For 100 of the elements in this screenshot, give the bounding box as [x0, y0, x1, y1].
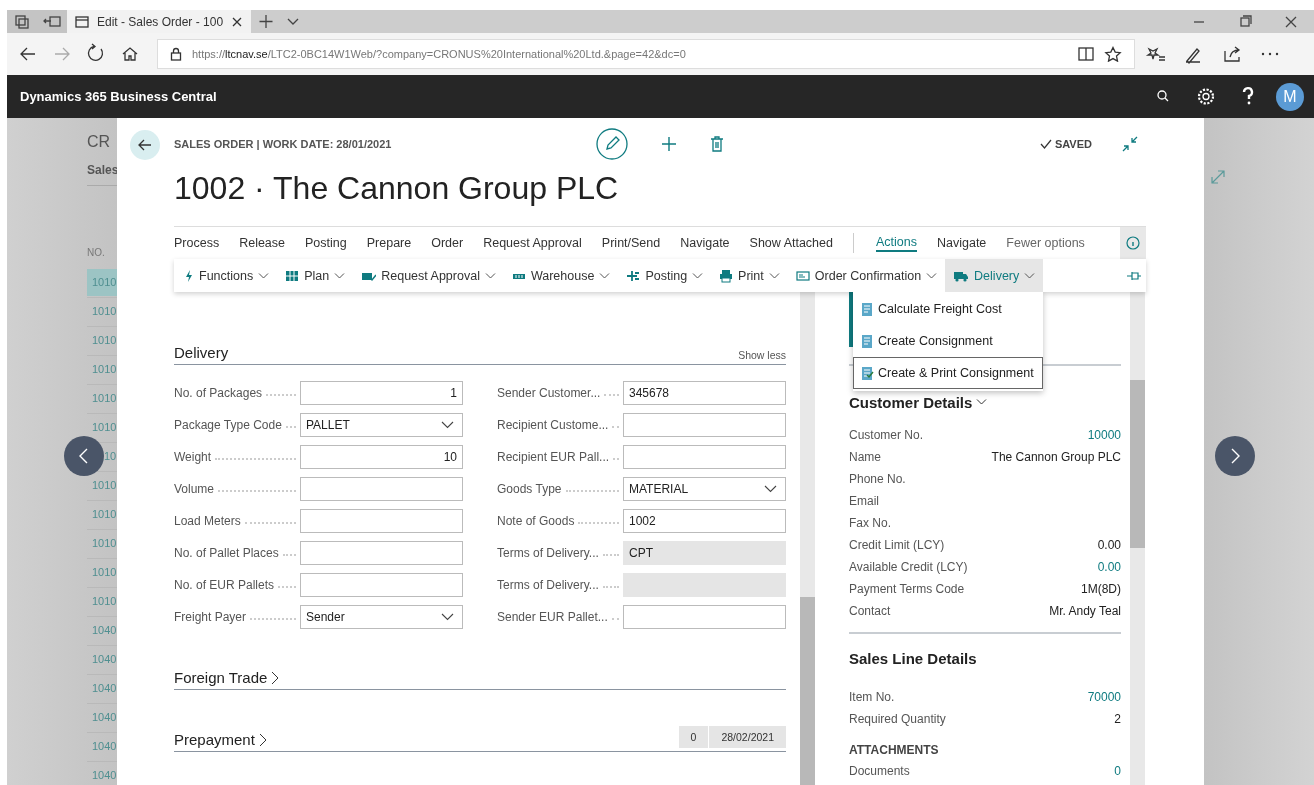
- command-button[interactable]: Order Confirmation: [787, 259, 946, 292]
- section-title: Sales Line Details: [849, 632, 1121, 668]
- dropdown-field[interactable]: Sender: [300, 605, 463, 629]
- value-link[interactable]: 10000: [1087, 428, 1121, 442]
- summary-value: 28/02/2021: [709, 726, 786, 748]
- action-tab[interactable]: Order: [431, 236, 464, 250]
- tab-title: Edit - Sales Order - 100: [97, 14, 224, 29]
- input-field[interactable]: [623, 605, 786, 629]
- action-tab[interactable]: Actions: [876, 234, 917, 252]
- add-icon[interactable]: [660, 135, 678, 153]
- pin-icon[interactable]: [1126, 269, 1142, 282]
- previous-icon[interactable]: [64, 436, 104, 476]
- field-value: 2: [1114, 712, 1121, 726]
- chevron-down-icon: [334, 271, 346, 280]
- chevron-down-icon: [258, 271, 270, 280]
- url-text: https://ltcnav.se/LTC2-0BC14W1Web/?company=CRONUS%20International%20Ltd.&page=42&dc=0: [192, 48, 686, 60]
- action-tab[interactable]: Process: [174, 236, 220, 250]
- input-field[interactable]: 10: [300, 445, 463, 469]
- action-tab[interactable]: Release: [239, 236, 286, 250]
- input-field[interactable]: [300, 477, 463, 501]
- action-tab[interactable]: Request Approval: [483, 236, 582, 250]
- summary-value: 0: [678, 726, 709, 748]
- field-label: Volume: [174, 482, 215, 496]
- action-tab[interactable]: Prepare: [366, 236, 412, 250]
- input-field[interactable]: 1002: [623, 509, 786, 533]
- saved-status: SAVED: [1039, 138, 1092, 150]
- field-label: Customer No.: [849, 428, 924, 442]
- menu-item[interactable]: Create & Print Consignment: [853, 357, 1043, 389]
- input-field[interactable]: [300, 509, 463, 533]
- field-label: Package Type Code: [174, 418, 282, 432]
- tabs-aside-icon[interactable]: [37, 10, 67, 33]
- input-field[interactable]: [300, 573, 463, 597]
- grid-icon: [285, 268, 300, 283]
- section-title[interactable]: Foreign Trade: [174, 669, 280, 686]
- command-button[interactable]: Plan: [277, 259, 354, 292]
- field-label: Available Credit (LCY): [849, 560, 968, 574]
- chevron-down-icon: [764, 485, 777, 493]
- fewer-options-link[interactable]: Fewer options: [1006, 236, 1085, 250]
- readonly-field: CPT: [623, 541, 786, 565]
- input-field[interactable]: 1: [300, 381, 463, 405]
- expand-icon[interactable]: [1211, 170, 1225, 184]
- field-label: No. of EUR Pallets: [174, 578, 275, 592]
- value-link[interactable]: 0: [1114, 764, 1121, 778]
- column-header: NO.: [87, 247, 106, 260]
- action-tab[interactable]: Navigate: [937, 236, 987, 250]
- action-tab[interactable]: Navigate: [680, 236, 730, 250]
- command-button[interactable]: Delivery: [945, 259, 1044, 292]
- chevron-down-icon: [926, 271, 938, 280]
- info-icon[interactable]: [1120, 227, 1146, 259]
- browser-tab[interactable]: Edit - Sales Order - 100: [67, 10, 252, 33]
- chevron-down-icon: [768, 271, 780, 280]
- back-icon[interactable]: [130, 130, 160, 160]
- field-label: Goods Type: [497, 482, 562, 496]
- tab-actions-icon[interactable]: [7, 10, 37, 33]
- dropdown-field[interactable]: MATERIAL: [623, 477, 786, 501]
- check-icon: [1039, 139, 1052, 149]
- dropdown-field[interactable]: PALLET: [300, 413, 463, 437]
- star-icon[interactable]: [1104, 46, 1122, 62]
- input-field[interactable]: [623, 445, 786, 469]
- field-label: Freight Payer: [174, 610, 247, 624]
- close-icon[interactable]: [231, 15, 244, 28]
- input-field[interactable]: 345678: [623, 381, 786, 405]
- menu-item[interactable]: Create Consignment: [853, 325, 1043, 357]
- input-field[interactable]: [623, 413, 786, 437]
- value-link[interactable]: 0.00: [1097, 560, 1121, 574]
- chevron-down-icon: [599, 271, 611, 280]
- input-field[interactable]: [300, 541, 463, 565]
- chevron-down-icon: [441, 421, 454, 429]
- value-link[interactable]: 70000: [1087, 690, 1121, 704]
- field-value: The Cannon Group PLC: [991, 450, 1121, 464]
- bolt-icon: [184, 268, 194, 283]
- chevron-down-icon: [692, 271, 704, 280]
- delete-icon[interactable]: [710, 136, 724, 152]
- reading-view-icon[interactable]: [1078, 47, 1094, 61]
- action-tab[interactable]: Print/Send: [601, 236, 661, 250]
- command-button[interactable]: Print: [711, 259, 788, 292]
- action-tab[interactable]: Posting: [305, 236, 347, 250]
- command-button[interactable]: Posting: [618, 259, 712, 292]
- address-field[interactable]: https://ltcnav.se/LTC2-0BC14W1Web/?company=CRONUS%20International%20Ltd.&page=42&dc=0: [157, 39, 1135, 69]
- scrollbar[interactable]: [800, 292, 815, 785]
- command-button[interactable]: Request Approval: [353, 259, 504, 292]
- edit-icon[interactable]: [596, 128, 628, 160]
- field-label: Name: [849, 450, 881, 464]
- scrollbar[interactable]: [1130, 292, 1145, 785]
- field-label: Sender EUR Pallet...: [497, 610, 608, 624]
- page-title: CR: [87, 133, 112, 152]
- field-label: Required Quantity: [849, 712, 946, 726]
- field-label: Sender Customer...: [497, 386, 601, 400]
- next-icon[interactable]: [1215, 436, 1255, 476]
- command-button[interactable]: Functions: [176, 259, 278, 292]
- field-label: Recipient EUR Pall...: [497, 450, 610, 464]
- action-tab[interactable]: Show Attached: [749, 236, 833, 250]
- group-heading: ATTACHMENTS: [849, 742, 940, 759]
- field-label: Credit Limit (LCY): [849, 538, 945, 552]
- collapse-icon[interactable]: [1122, 136, 1138, 152]
- show-less-link[interactable]: Show less: [738, 349, 786, 361]
- field-value: Mr. Andy Teal: [1049, 604, 1121, 618]
- section-title[interactable]: Prepayment: [174, 731, 267, 748]
- menu-item[interactable]: Calculate Freight Cost: [853, 293, 1043, 325]
- command-button[interactable]: Warehouse: [503, 259, 619, 292]
